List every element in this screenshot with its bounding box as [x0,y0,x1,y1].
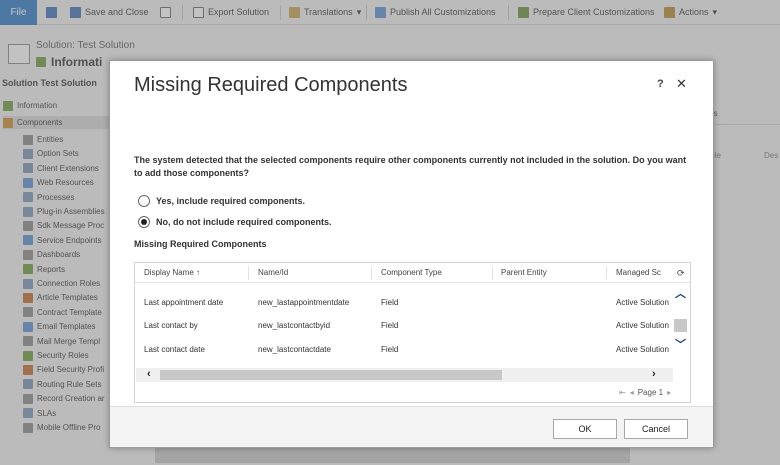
page-label: Page 1 [637,388,664,397]
option-yes[interactable]: Yes, include required components. [138,194,305,208]
horizontal-scrollbar[interactable]: ‹ › [136,368,673,382]
option-yes-label: Yes, include required components. [156,196,306,206]
first-page-icon[interactable]: ⇤ [619,388,626,397]
cell-name: new_lastcontactdate [258,345,331,354]
option-no[interactable]: No, do not include required components. [138,215,332,229]
vertical-scroll-thumb[interactable] [674,319,687,332]
cell-type: Field [381,321,399,330]
next-page-icon[interactable]: ▸ [667,388,671,397]
column-divider [606,266,607,280]
scroll-up-icon[interactable]: ︿ [675,285,686,301]
column-display-name[interactable]: Display Name ↑ [144,268,200,277]
close-icon[interactable]: ✕ [676,76,687,92]
column-divider [248,266,249,280]
cell-display[interactable]: Last appointment date [144,298,223,307]
dialog-footer: OK Cancel [110,406,713,447]
cell-name: new_lastcontactbyid [258,321,331,330]
prev-page-icon[interactable]: ◂ [630,388,634,397]
ok-button[interactable]: OK [553,419,617,439]
scroll-left-icon[interactable]: ‹ [147,368,151,380]
missing-components-dialog: Missing Required Components ? ✕ The syst… [109,60,714,448]
components-grid: Display Name ↑ Name/Id Component Type Pa… [134,262,691,403]
help-icon[interactable]: ? [657,78,664,90]
cell-managed: Active Solution [616,321,669,330]
column-managed[interactable]: Managed Sc [616,268,661,277]
cell-name: new_lastappointmentdate [258,298,350,307]
dialog-question: The system detected that the selected co… [134,155,687,178]
cancel-button[interactable]: Cancel [624,419,688,439]
cell-type: Field [381,345,399,354]
cell-display[interactable]: Last contact date [144,345,205,354]
dialog-title: Missing Required Components [134,74,408,96]
column-name-id[interactable]: Name/Id [258,268,288,277]
grid-header: Display Name ↑ Name/Id Component Type Pa… [135,263,690,283]
pager: ⇤ ◂ Page 1 ▸ [619,388,671,397]
radio-yes[interactable] [138,195,150,207]
radio-no[interactable] [138,216,150,228]
column-component-type[interactable]: Component Type [381,268,442,277]
cell-managed: Active Solution [616,345,669,354]
column-divider [492,266,493,280]
horizontal-scroll-thumb[interactable] [160,370,502,380]
section-label: Missing Required Components [134,239,267,249]
scroll-down-icon[interactable]: ﹀ [675,336,686,352]
cell-type: Field [381,298,399,307]
cell-managed: Active Solution [616,298,669,307]
cell-display[interactable]: Last contact by [144,321,198,330]
vertical-scrollbar[interactable]: ︿ ﹀ [673,284,689,368]
scroll-right-icon[interactable]: › [652,368,656,380]
refresh-icon[interactable]: ⟳ [677,268,685,279]
column-divider [371,266,372,280]
column-parent-entity[interactable]: Parent Entity [501,268,547,277]
option-no-label: No, do not include required components. [156,217,332,227]
